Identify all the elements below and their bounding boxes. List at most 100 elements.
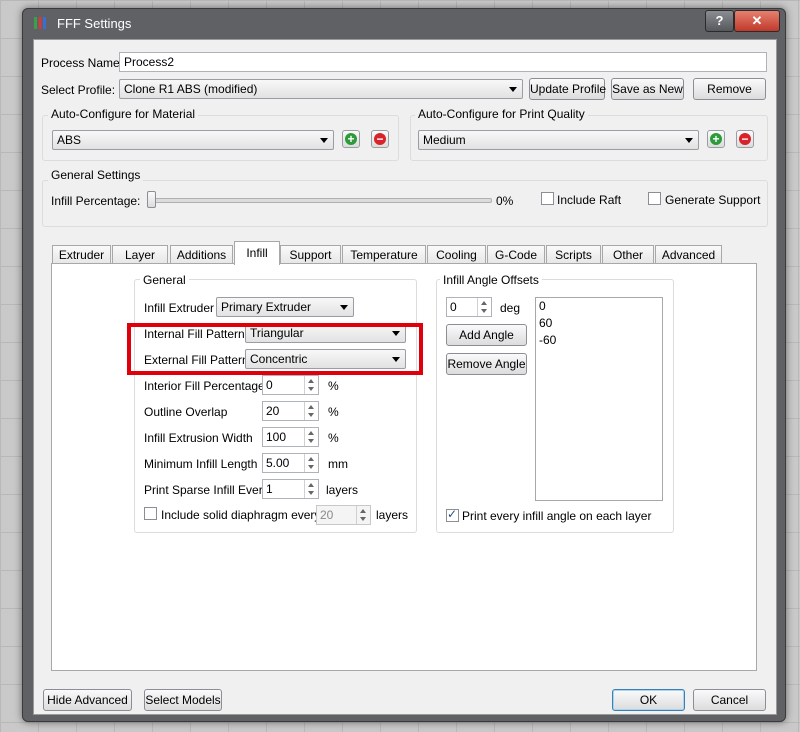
tab-support[interactable]: Support — [280, 245, 341, 264]
minimum-infill-length-input[interactable]: 5.00 — [262, 453, 319, 473]
interior-fill-percentage-label: Interior Fill Percentage — [144, 379, 265, 393]
tab-additions[interactable]: Additions — [170, 245, 233, 264]
tab-layer[interactable]: Layer — [112, 245, 168, 264]
add-angle-button[interactable]: Add Angle — [446, 324, 527, 346]
close-button[interactable]: ✕ — [734, 10, 780, 32]
generate-support-label: Generate Support — [665, 193, 761, 207]
infill-slider-handle[interactable] — [147, 191, 156, 208]
cancel-button[interactable]: Cancel — [693, 689, 766, 711]
chevron-down-icon — [685, 138, 693, 143]
tab-cooling[interactable]: Cooling — [427, 245, 486, 264]
spinner-arrows-icon[interactable] — [304, 454, 318, 472]
solid-diaphragm-value: 20 — [320, 508, 334, 522]
list-item[interactable]: 0 — [536, 298, 662, 315]
tab-advanced[interactable]: Advanced — [655, 245, 722, 264]
material-group-title: Auto-Configure for Material — [48, 107, 199, 121]
process-name-label: Process Name: — [41, 56, 124, 70]
sparse-infill-input[interactable]: 1 — [262, 479, 319, 499]
list-item[interactable]: 60 — [536, 315, 662, 332]
material-select[interactable]: ABS — [52, 130, 334, 150]
add-quality-button[interactable]: + — [707, 130, 725, 148]
profile-select[interactable]: Clone R1 ABS (modified) — [119, 79, 523, 99]
infill-slider-track[interactable] — [147, 198, 492, 203]
print-every-angle-checkbox[interactable] — [446, 507, 459, 522]
minus-icon: − — [374, 133, 386, 145]
outline-overlap-unit: % — [328, 405, 339, 419]
help-icon: ? — [715, 13, 724, 28]
close-icon: ✕ — [751, 13, 763, 28]
sparse-infill-label: Print Sparse Infill Every — [144, 483, 269, 497]
infill-extrusion-width-unit: % — [328, 431, 339, 445]
spinner-arrows-icon[interactable] — [477, 298, 491, 316]
remove-angle-button[interactable]: Remove Angle — [446, 353, 527, 375]
solid-diaphragm-label: Include solid diaphragm every — [161, 508, 321, 522]
spinner-arrows-icon[interactable] — [304, 376, 318, 394]
chevron-down-icon — [509, 87, 517, 92]
quality-select-value: Medium — [423, 133, 466, 147]
remove-profile-button[interactable]: Remove — [693, 78, 766, 100]
plus-icon: + — [710, 133, 722, 145]
material-select-value: ABS — [57, 133, 82, 147]
tab-extruder[interactable]: Extruder — [52, 245, 111, 264]
quality-group-title: Auto-Configure for Print Quality — [415, 107, 588, 121]
spinner-arrows-icon[interactable] — [356, 506, 370, 524]
spinner-arrows-icon[interactable] — [304, 402, 318, 420]
tab-temperature[interactable]: Temperature — [342, 245, 426, 264]
tab-gcode[interactable]: G-Code — [487, 245, 545, 264]
update-profile-button[interactable]: Update Profile — [529, 78, 606, 100]
solid-diaphragm-input[interactable]: 20 — [316, 505, 371, 525]
list-item[interactable]: -60 — [536, 332, 662, 349]
solid-diaphragm-unit: layers — [376, 508, 409, 522]
remove-quality-button[interactable]: − — [736, 130, 754, 148]
interior-fill-percentage-unit: % — [328, 379, 339, 393]
process-name-input[interactable]: Process2 — [119, 52, 767, 72]
minimum-infill-length-label: Minimum Infill Length — [144, 457, 258, 471]
plus-icon: + — [345, 133, 357, 145]
spinner-arrows-icon[interactable] — [304, 480, 318, 498]
dialog-body: Process Name: Process2 Select Profile: C… — [33, 39, 777, 715]
minimum-infill-length-unit: mm — [328, 457, 348, 471]
ok-button[interactable]: OK — [612, 689, 685, 711]
outline-overlap-value: 20 — [266, 404, 280, 418]
infill-percentage-label: Infill Percentage: — [51, 194, 141, 208]
app-icon — [34, 17, 46, 29]
interior-fill-percentage-value: 0 — [266, 378, 273, 392]
tab-scripts[interactable]: Scripts — [546, 245, 601, 264]
sparse-infill-unit: layers — [326, 483, 359, 497]
include-raft-checkbox[interactable] — [541, 192, 554, 205]
include-raft-label: Include Raft — [557, 193, 622, 207]
chevron-down-icon — [320, 138, 328, 143]
save-as-new-button[interactable]: Save as New — [611, 78, 684, 100]
tab-infill[interactable]: Infill — [234, 241, 280, 265]
spinner-arrows-icon[interactable] — [304, 428, 318, 446]
angle-offset-input[interactable]: 0 — [446, 297, 492, 317]
add-material-button[interactable]: + — [342, 130, 360, 148]
angle-offset-unit: deg — [500, 301, 521, 315]
remove-material-button[interactable]: − — [371, 130, 389, 148]
select-models-button[interactable]: Select Models — [144, 689, 222, 711]
infill-general-title: General — [140, 273, 189, 287]
angle-offset-value: 0 — [450, 300, 457, 314]
angle-offsets-title: Infill Angle Offsets — [440, 273, 542, 287]
print-every-angle-label: Print every infill angle on each layer — [462, 509, 652, 523]
generate-support-checkbox[interactable] — [648, 192, 661, 205]
profile-select-value: Clone R1 ABS (modified) — [124, 82, 258, 96]
infill-extruder-value: Primary Extruder — [221, 300, 312, 314]
solid-diaphragm-checkbox[interactable] — [144, 507, 157, 520]
infill-extrusion-width-input[interactable]: 100 — [262, 427, 319, 447]
general-settings-title: General Settings — [48, 168, 144, 182]
quality-select[interactable]: Medium — [418, 130, 699, 150]
outline-overlap-input[interactable]: 20 — [262, 401, 319, 421]
select-profile-label: Select Profile: — [41, 83, 116, 97]
tab-other[interactable]: Other — [602, 245, 654, 264]
outline-overlap-label: Outline Overlap — [144, 405, 228, 419]
interior-fill-percentage-input[interactable]: 0 — [262, 375, 319, 395]
help-button[interactable]: ? — [705, 10, 734, 32]
infill-percentage-value: 0% — [496, 194, 514, 208]
infill-extruder-select[interactable]: Primary Extruder — [216, 297, 354, 317]
infill-extrusion-width-label: Infill Extrusion Width — [144, 431, 253, 445]
annotation-highlight-box — [127, 323, 423, 375]
hide-advanced-button[interactable]: Hide Advanced — [43, 689, 132, 711]
angle-list[interactable]: 0 60 -60 — [535, 297, 663, 501]
title-bar[interactable]: FFF Settings ? ✕ — [23, 9, 785, 37]
